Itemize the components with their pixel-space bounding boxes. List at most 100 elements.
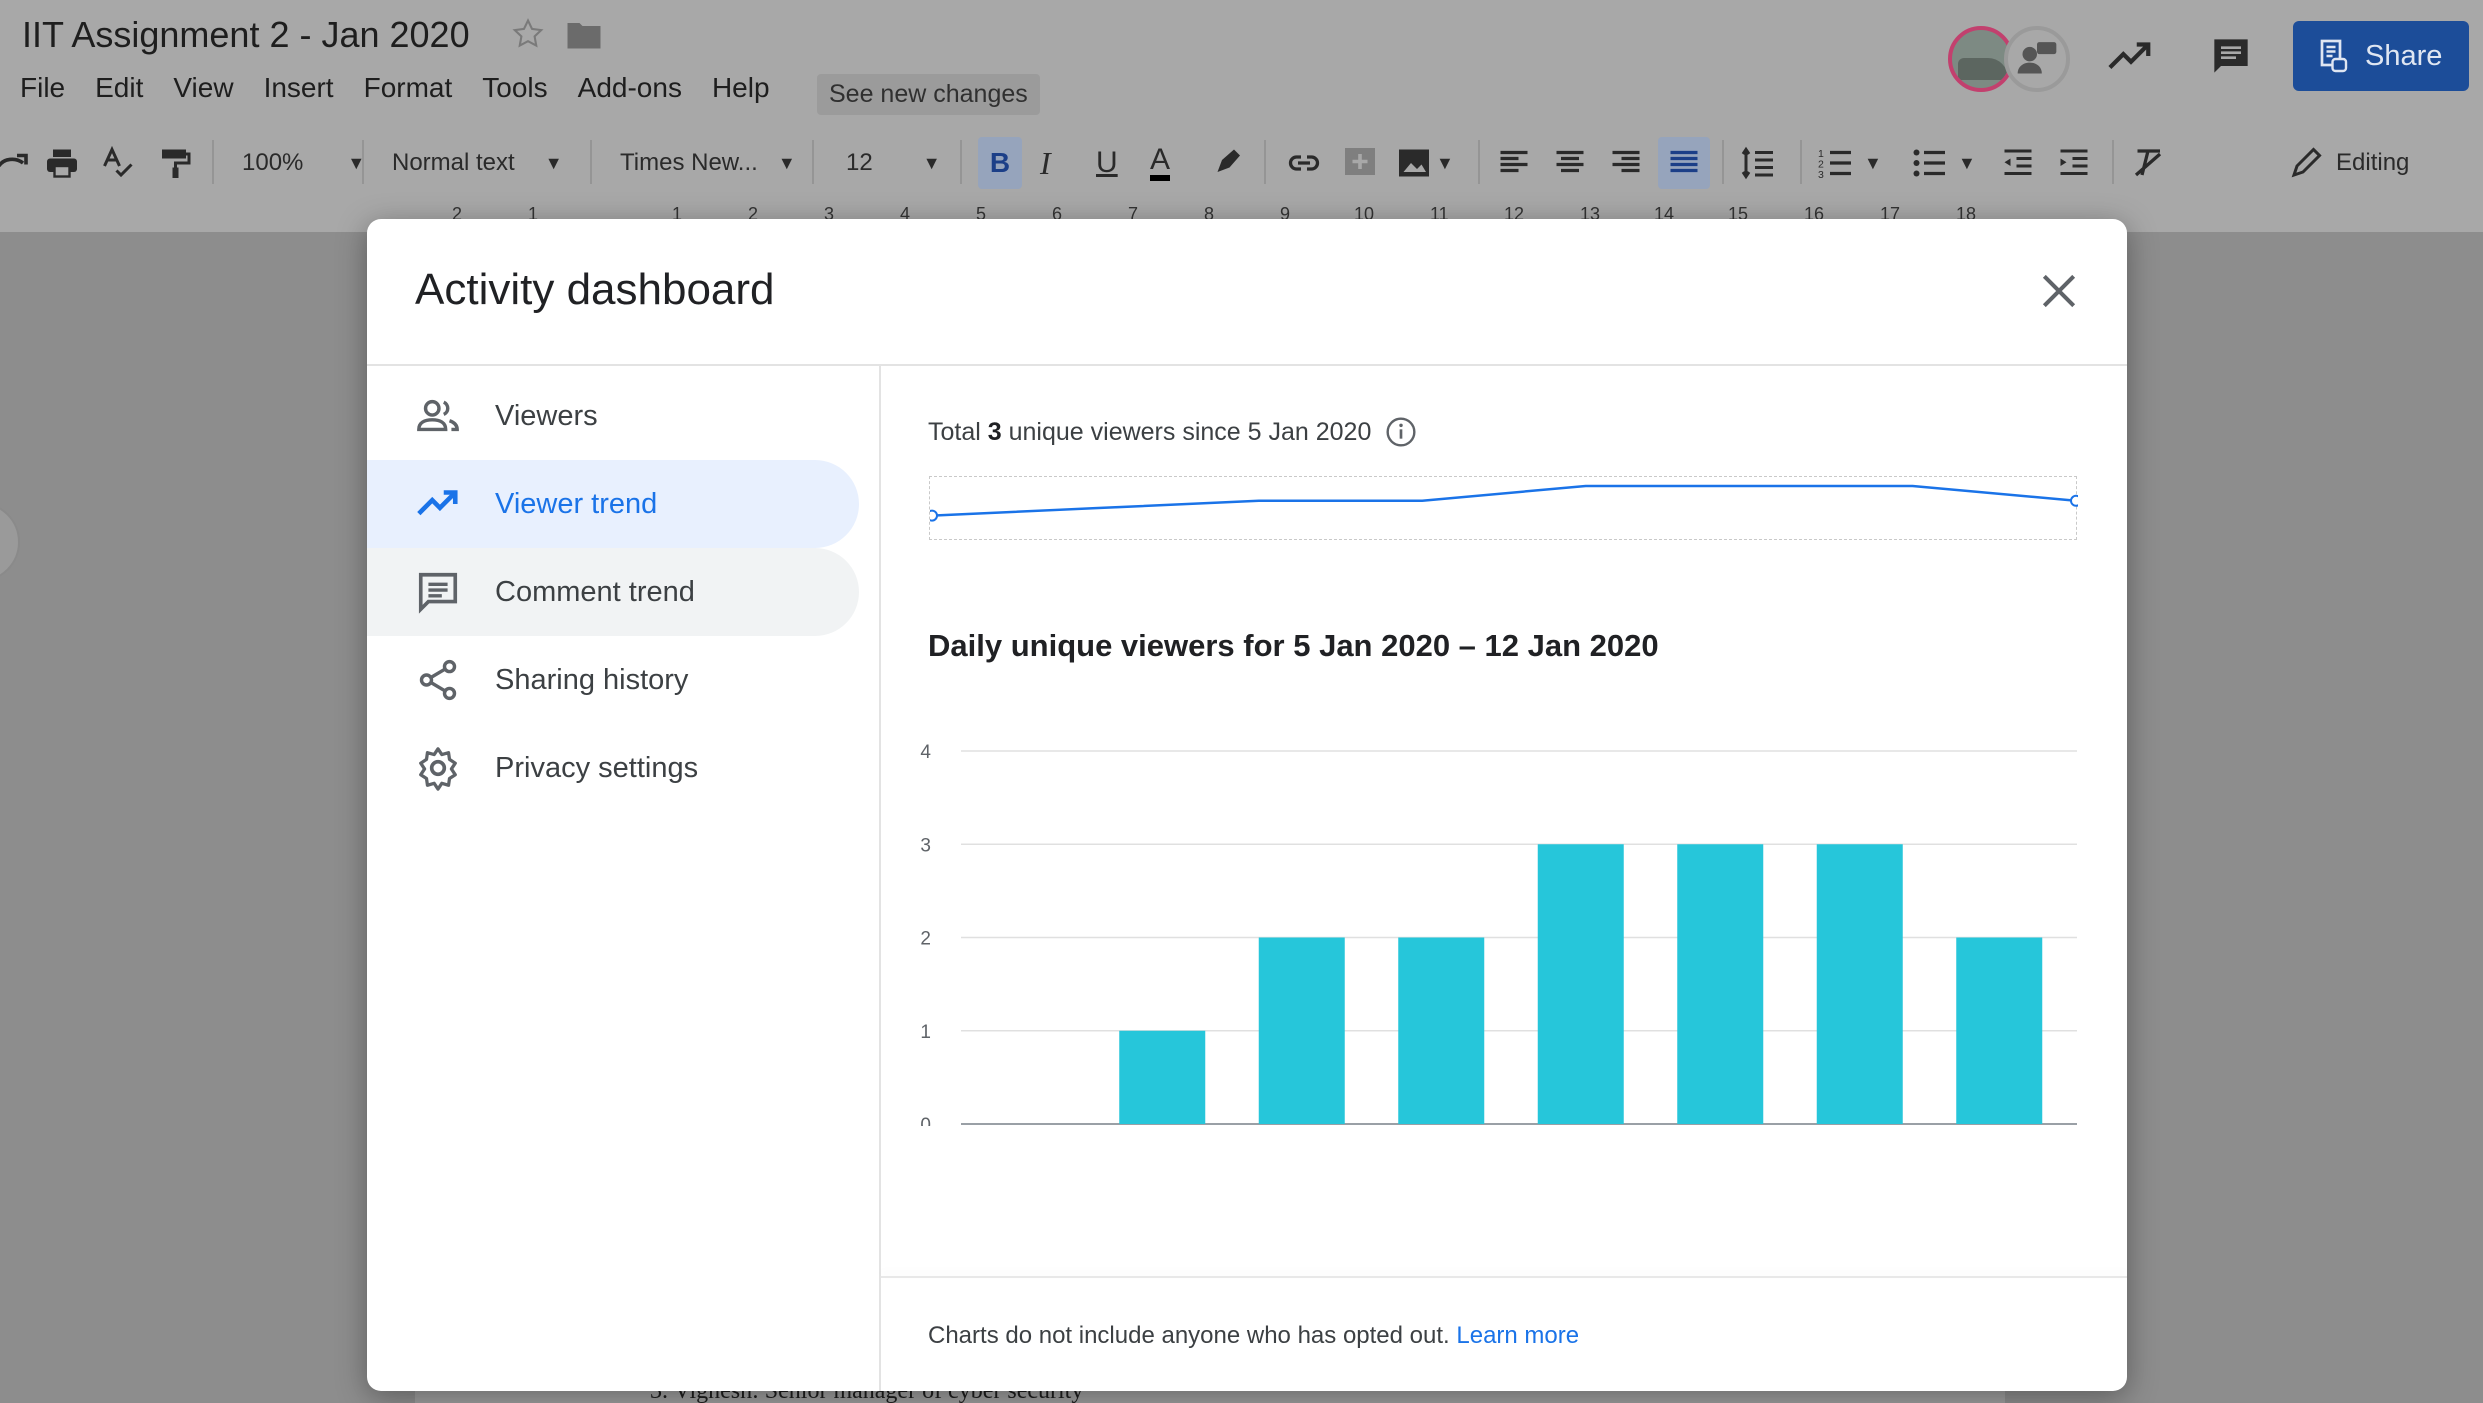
daily-viewers-bar-chart: 012345 Jan6 Jan7 Jan8 Jan9 Jan10 Jan11 J… [920,742,2077,1126]
footer-divider [881,1276,2127,1278]
increase-indent-icon[interactable] [2056,126,2092,200]
y-tick-label: 3 [920,835,931,856]
style-select[interactable]: Normal text ▼ [392,126,563,200]
insert-image-icon[interactable]: ▼ [1396,126,1454,200]
spellcheck-icon[interactable] [100,126,136,200]
dialog-title: Activity dashboard [415,265,775,314]
close-icon[interactable] [2037,269,2081,313]
footer-note: Charts do not include anyone who has opt… [928,1322,1579,1350]
menu-format[interactable]: Format [364,72,453,104]
text-color-icon: A [1150,145,1171,181]
font-size-value: 12 [846,149,873,176]
gear-icon [419,747,457,791]
chevron-down-icon: ▼ [1958,152,1976,173]
style-value: Normal text [392,149,515,176]
underline-icon: U [1096,146,1118,179]
comment-icon [418,572,458,614]
bar[interactable] [1119,1030,1206,1124]
chevron-down-icon: ▼ [1436,152,1454,173]
align-center-icon[interactable] [1552,126,1588,200]
highlight-icon[interactable] [1210,126,1246,200]
paint-format-icon[interactable] [156,126,192,200]
dashboard-nav: Viewers Viewer trend Comment trend Shari… [367,372,859,812]
numbered-list-icon[interactable]: 1 2 3 ▼ [1818,126,1882,200]
anonymous-avatar[interactable] [2004,26,2070,92]
zoom-select[interactable]: 100% ▼ [242,126,365,200]
bar[interactable] [1258,937,1345,1125]
folder-icon[interactable] [566,20,602,50]
menu-insert[interactable]: Insert [264,72,334,104]
share-label: Share [2365,39,2443,72]
font-select[interactable]: Times New... ▼ [620,126,796,200]
bold-button[interactable]: B [978,137,1022,189]
nav-item-label: Viewers [495,399,598,432]
svg-text:3: 3 [1818,169,1824,181]
lock-people-icon [2320,39,2348,73]
align-right-icon[interactable] [1608,126,1644,200]
star-icon[interactable] [510,16,546,52]
line-spacing-icon[interactable] [1740,126,1776,200]
person-chat-icon [2017,42,2057,74]
nav-item-privacy-settings[interactable]: Privacy settings [367,724,859,812]
editing-mode-select[interactable]: Editing [2288,126,2409,200]
add-comment-icon[interactable] [1342,126,1378,200]
bar[interactable] [1398,937,1485,1125]
font-size-select[interactable]: 12 ▼ [846,126,941,200]
bar[interactable] [1677,844,1764,1124]
bar[interactable] [1816,844,1903,1124]
link-icon[interactable] [1286,126,1322,200]
menu-addons[interactable]: Add-ons [578,72,682,104]
docs-header: IIT Assignment 2 - Jan 2020 File Edit Vi… [0,0,2483,232]
nav-item-sharing-history[interactable]: Sharing history [367,636,859,724]
editing-mode-label: Editing [2336,149,2410,176]
share-icon [419,659,457,701]
bar[interactable] [1537,844,1624,1124]
chevron-down-icon: ▼ [922,152,941,173]
nav-item-viewer-trend[interactable]: Viewer trend [367,460,859,548]
menu-file[interactable]: File [20,72,65,104]
comment-history-icon[interactable] [2210,36,2252,76]
menu-bar: File Edit View Insert Format Tools Add-o… [20,72,800,104]
toolbar: 100% ▼ Normal text ▼ Times New... ▼ 12 ▼ B I… [0,126,2483,200]
activity-trend-icon[interactable] [2108,38,2154,74]
text-color-button[interactable]: A [1150,126,1171,200]
bulleted-list-icon[interactable]: ▼ [1912,126,1976,200]
outline-toggle[interactable] [0,502,20,582]
document-title[interactable]: IIT Assignment 2 - Jan 2020 [22,14,470,56]
footer-text: Charts do not include anyone who has opt… [928,1322,1457,1349]
bar[interactable] [1956,937,2043,1125]
redo-icon[interactable] [0,126,32,200]
share-button[interactable]: Share [2293,21,2469,91]
nav-item-comment-trend[interactable]: Comment trend [367,548,859,636]
people-icon [417,399,459,432]
learn-more-link[interactable]: Learn more [1456,1322,1579,1349]
y-tick-label: 2 [920,929,931,950]
menu-help[interactable]: Help [712,72,770,104]
y-tick-label: 4 [920,742,931,763]
zoom-value: 100% [242,149,304,176]
menu-view[interactable]: View [173,72,233,104]
chevron-down-icon: ▼ [1864,152,1882,173]
nav-item-label: Comment trend [495,575,695,608]
menu-tools[interactable]: Tools [482,72,547,104]
see-new-changes-button[interactable]: See new changes [817,74,1040,115]
underline-button[interactable]: U [1096,126,1118,200]
italic-button[interactable]: I [1040,126,1051,200]
decrease-indent-icon[interactable] [2000,126,2036,200]
chevron-down-icon: ▼ [777,152,796,173]
pencil-icon [2291,147,2322,178]
y-tick-label: 0 [920,1115,931,1126]
bold-icon: B [989,147,1011,178]
font-value: Times New... [620,149,758,176]
justify-icon[interactable] [1658,137,1710,189]
activity-dashboard-dialog: Activity dashboard Viewers Viewer trend … [367,219,2127,1391]
nav-item-label: Viewer trend [495,487,658,520]
nav-item-label: Sharing history [495,663,689,696]
print-icon[interactable] [44,126,80,200]
chevron-down-icon: ▼ [544,152,563,173]
align-left-icon[interactable] [1496,126,1532,200]
trending-up-icon [417,490,458,516]
nav-item-viewers[interactable]: Viewers [367,372,859,460]
clear-formatting-icon[interactable] [2130,126,2166,200]
menu-edit[interactable]: Edit [95,72,143,104]
